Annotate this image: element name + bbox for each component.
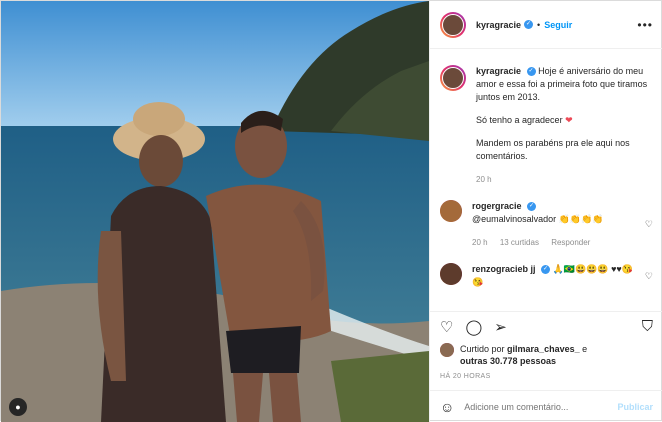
likes-count-link[interactable]: outras 30.778 pessoas xyxy=(460,356,556,366)
heart-emoji-icon: ❤ xyxy=(565,115,573,125)
comment-like-icon[interactable]: ♡ xyxy=(645,271,653,282)
caption-text-2: Só tenho a agradecer xyxy=(476,115,563,125)
emoji-icon[interactable]: ☺ xyxy=(440,399,454,415)
bookmark-icon[interactable]: ⛉ xyxy=(642,318,653,335)
post-header: kyragracie ✓ • Seguir ••• xyxy=(430,1,662,49)
action-bar: ♡ ◯ ➢ ⛉ xyxy=(430,311,662,341)
caption-time[interactable]: 20 h xyxy=(476,175,492,184)
comment-text: @eumalvinosalvador 👏👏👏👏 xyxy=(472,214,604,224)
comment-item: rogergracie ✓ @eumalvinosalvador 👏👏👏👏 20… xyxy=(440,200,653,249)
add-comment-bar: ☺ Publicar xyxy=(430,390,662,422)
follow-button[interactable]: Seguir xyxy=(544,20,572,30)
caption-avatar[interactable] xyxy=(440,65,466,91)
post-photo[interactable]: ● xyxy=(1,1,429,422)
separator-dot: • xyxy=(537,19,541,30)
post-timestamp[interactable]: HÁ 20 HORAS xyxy=(440,373,491,380)
caption-username[interactable]: kyragracie xyxy=(476,66,521,76)
comments-list[interactable]: kyragracie ✓ Hoje é aniversário do meu a… xyxy=(430,59,662,310)
comment-input[interactable] xyxy=(464,401,618,412)
comment-bubble-icon[interactable]: ◯ xyxy=(465,318,482,336)
comment-time[interactable]: 20 h xyxy=(472,238,488,247)
verified-icon: ✓ xyxy=(527,202,537,212)
comment-avatar[interactable] xyxy=(440,263,462,285)
comment-like-icon[interactable]: ♡ xyxy=(645,219,653,230)
liker-avatar[interactable] xyxy=(440,343,454,357)
comment-likes[interactable]: 13 curtidas xyxy=(500,238,539,247)
post-side-panel: kyragracie ✓ • Seguir ••• kyragracie ✓ H… xyxy=(429,1,662,422)
liker-username[interactable]: gilmara_chaves_ xyxy=(507,344,580,354)
liked-by-prefix: Curtido por xyxy=(460,344,505,354)
likes-summary: Curtido por gilmara_chaves_ e outras 30.… xyxy=(440,343,653,367)
verified-icon: ✓ xyxy=(526,67,536,77)
avatar[interactable] xyxy=(440,11,466,38)
comment-username[interactable]: renzogracieb jj xyxy=(472,264,536,274)
instagram-post: ● kyragracie ✓ • Seguir ••• kyragracie ✓… xyxy=(0,0,662,422)
comment-avatar[interactable] xyxy=(440,200,462,222)
caption: kyragracie ✓ Hoje é aniversário do meu a… xyxy=(440,65,653,186)
publish-button[interactable]: Publicar xyxy=(617,402,653,412)
verified-icon: ✓ xyxy=(541,265,551,275)
liked-by-mid: e xyxy=(582,344,588,354)
user-tag-icon[interactable]: ● xyxy=(9,398,27,416)
comment-username[interactable]: rogergracie xyxy=(472,201,522,211)
verified-icon: ✓ xyxy=(524,20,534,29)
beach-couple-photo xyxy=(1,1,429,422)
more-options-icon[interactable]: ••• xyxy=(637,18,653,32)
header-username[interactable]: kyragracie xyxy=(476,20,521,30)
share-paper-plane-icon[interactable]: ➢ xyxy=(494,318,507,336)
caption-text-3: Mandem os parabéns pra ele aqui nos come… xyxy=(476,138,630,161)
comment-item: renzogracieb jj ✓ 🙏🇧🇷😃😃😃 ♥♥😘😘 ♡ xyxy=(440,263,653,289)
reply-button[interactable]: Responder xyxy=(551,238,590,247)
like-heart-icon[interactable]: ♡ xyxy=(440,318,453,336)
